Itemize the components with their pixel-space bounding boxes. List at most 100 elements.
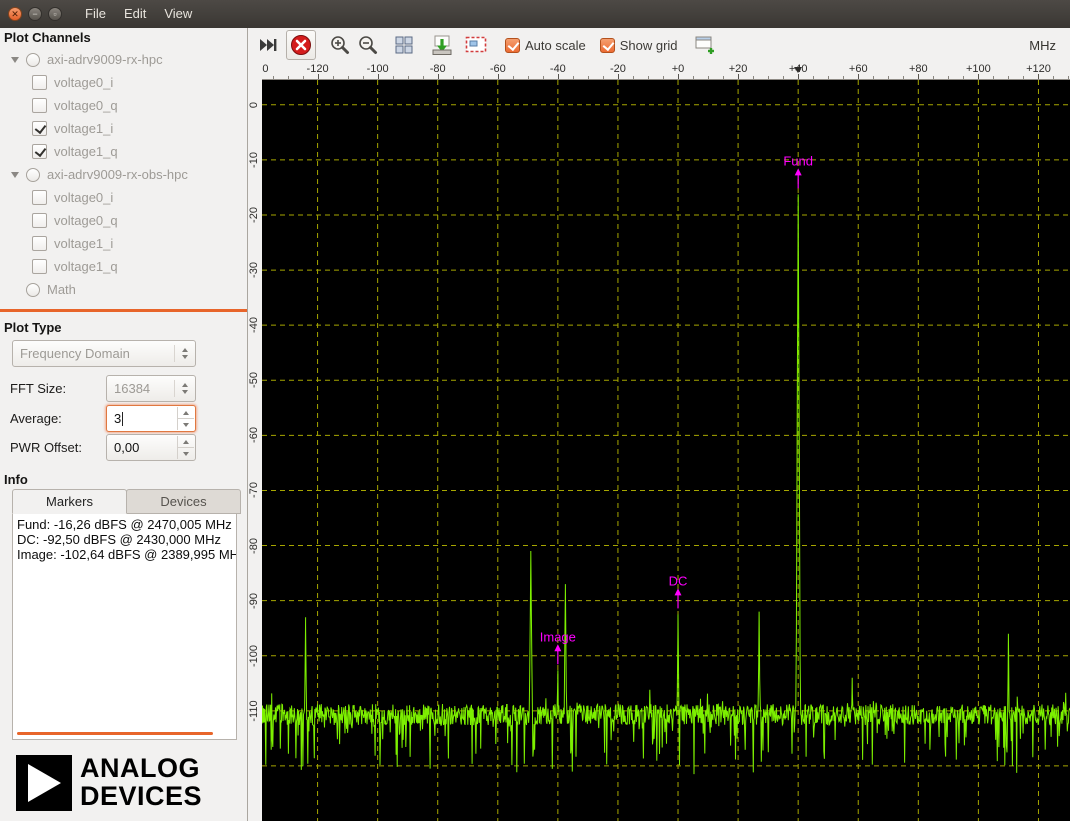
tree-item-voltage0-i[interactable]: voltage0_i [0, 186, 247, 209]
info-tabs: Markers Devices [12, 489, 241, 514]
tree-item-voltage1-q[interactable]: voltage1_q [0, 140, 247, 163]
channel-checkbox[interactable] [32, 75, 47, 90]
menu-edit[interactable]: Edit [115, 0, 155, 28]
info-title: Info [4, 472, 28, 487]
x-tick-mark [498, 74, 499, 79]
channel-checkbox[interactable] [32, 190, 47, 205]
x-tick-mark [993, 76, 994, 79]
tree-item-axi-adrv9009-rx-obs-hpc[interactable]: axi-adrv9009-rx-obs-hpc [0, 163, 247, 186]
x-tick-mark [543, 76, 544, 79]
fft-size-combo[interactable]: 16384 [106, 375, 196, 402]
spectrum-plot[interactable]: FundDCImage [262, 80, 1070, 821]
window-close-button[interactable]: ✕ [8, 7, 22, 21]
tab-devices[interactable]: Devices [126, 489, 241, 514]
pwr-offset-increment-button[interactable] [178, 436, 194, 447]
marker-arrow-icon [554, 644, 561, 651]
y-tick-label: -60 [248, 417, 260, 453]
x-tick-mark [738, 74, 739, 79]
save-capture-button[interactable] [428, 30, 456, 60]
channel-checkbox[interactable] [32, 236, 47, 251]
tree-item-voltage0-q[interactable]: voltage0_q [0, 94, 247, 117]
x-tick-mark [363, 76, 364, 79]
stop-button[interactable] [286, 30, 316, 60]
snapshot-button[interactable] [462, 30, 490, 60]
auto-scale-checkbox[interactable]: Auto scale [505, 38, 586, 53]
expander-icon[interactable] [11, 172, 19, 178]
logo-line2: DEVICES [80, 782, 202, 810]
x-axis-unit-label: MHz [1029, 38, 1056, 53]
radio-icon[interactable] [26, 168, 40, 182]
horizontal-scrollbar[interactable] [17, 732, 213, 735]
zoom-in-button[interactable] [326, 30, 354, 60]
tree-item-label: Math [47, 282, 76, 297]
tab-markers[interactable]: Markers [12, 489, 127, 514]
tree-item-voltage1-i[interactable]: voltage1_i [0, 232, 247, 255]
x-tick-mark [423, 76, 424, 79]
tree-item-axi-adrv9009-rx-hpc[interactable]: axi-adrv9009-rx-hpc [0, 48, 247, 71]
pwr-offset-spinbox[interactable]: 0,00 [106, 434, 196, 461]
fft-size-value: 16384 [114, 381, 150, 396]
zoom-in-icon [329, 34, 351, 56]
pane-separator[interactable] [0, 309, 247, 312]
menubar: FileEditView [76, 0, 201, 28]
x-tick-label: -140 [262, 63, 269, 75]
x-tick-mark [618, 74, 619, 79]
text-caret [122, 412, 123, 426]
tree-item-voltage0-q[interactable]: voltage0_q [0, 209, 247, 232]
window-maximize-button[interactable]: ▫ [48, 7, 62, 21]
tree-item-voltage0-i[interactable]: voltage0_i [0, 71, 247, 94]
channel-checkbox[interactable] [32, 213, 47, 228]
show-grid-label: Show grid [620, 38, 678, 53]
auto-scale-label: Auto scale [525, 38, 586, 53]
logo-line1: ANALOG [80, 754, 202, 782]
expander-icon[interactable] [11, 57, 19, 63]
marker-label: DC [669, 573, 688, 588]
marker-info-line: Image: -102,64 dBFS @ 2389,995 MHz [17, 547, 232, 562]
average-spinbox[interactable]: 3 [106, 405, 196, 432]
channel-checkbox[interactable] [32, 259, 47, 274]
x-tick-mark [378, 74, 379, 79]
x-tick-mark [843, 76, 844, 79]
average-increment-button[interactable] [178, 407, 194, 418]
channel-checkbox[interactable] [32, 98, 47, 113]
menu-view[interactable]: View [155, 0, 201, 28]
marker-label: Image [540, 629, 576, 644]
x-tick-mark [588, 76, 589, 79]
save-download-icon [430, 33, 454, 57]
tree-item-label: voltage1_q [54, 144, 118, 159]
average-label: Average: [10, 411, 62, 426]
radio-icon[interactable] [26, 283, 40, 297]
menu-file[interactable]: File [76, 0, 115, 28]
y-tick-label: -80 [248, 528, 260, 564]
window-buttons: ✕ − ▫ [8, 7, 62, 21]
tree-item-label: voltage0_i [54, 75, 113, 90]
channel-checkbox[interactable] [32, 144, 47, 159]
x-tick-mark [963, 76, 964, 79]
pwr-offset-label: PWR Offset: [10, 440, 82, 455]
window-minimize-button[interactable]: − [28, 7, 42, 21]
radio-icon[interactable] [26, 53, 40, 67]
x-tick-mark [468, 76, 469, 79]
tree-item-label: voltage1_q [54, 259, 118, 274]
zoom-out-button[interactable] [354, 30, 382, 60]
plot-type-combo[interactable]: Frequency Domain [12, 340, 196, 367]
average-decrement-button[interactable] [178, 418, 194, 430]
tree-item-math[interactable]: Math [0, 278, 247, 301]
tree-item-voltage1-q[interactable]: voltage1_q [0, 255, 247, 278]
tree-item-label: voltage1_i [54, 236, 113, 251]
zoom-fit-icon [393, 34, 415, 56]
x-tick-mark [333, 76, 334, 79]
x-tick-mark [438, 74, 439, 79]
tree-item-voltage1-i[interactable]: voltage1_i [0, 117, 247, 140]
zoom-fit-button[interactable] [390, 30, 418, 60]
new-plot-button[interactable] [691, 30, 719, 60]
marker-info-panel[interactable]: Fund: -16,26 dBFS @ 2470,005 MHz DC: -92… [12, 513, 237, 740]
pwr-offset-decrement-button[interactable] [178, 447, 194, 459]
analog-devices-logo-text: ANALOG DEVICES [80, 754, 202, 810]
pwr-offset-value: 0,00 [114, 440, 139, 455]
capture-play-button[interactable] [254, 30, 282, 60]
x-tick-mark [888, 76, 889, 79]
channel-checkbox[interactable] [32, 121, 47, 136]
x-tick-mark [483, 76, 484, 79]
show-grid-checkbox[interactable]: Show grid [600, 38, 678, 53]
